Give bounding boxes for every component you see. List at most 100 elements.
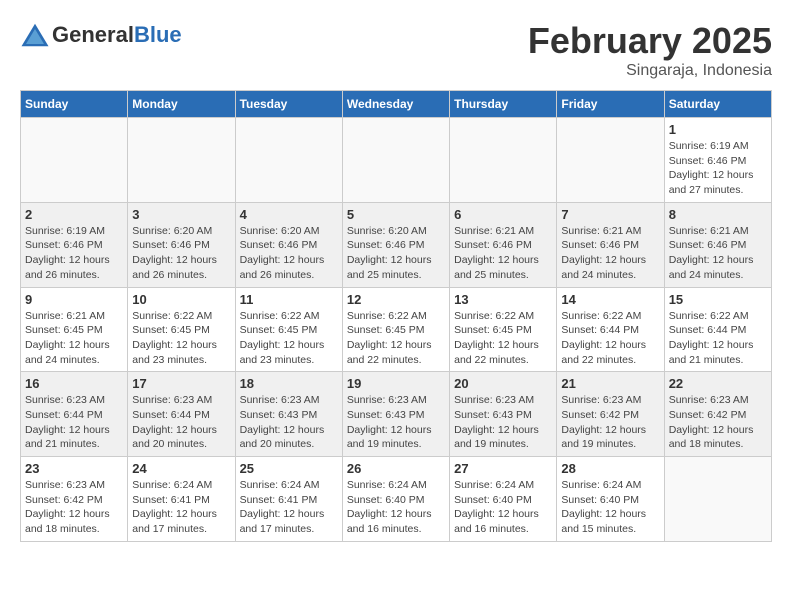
calendar-cell: 11 Sunrise: 6:22 AM Sunset: 6:45 PM Dayli…	[235, 287, 342, 372]
calendar-cell: 15Sunrise: 6:22 AM Sunset: 6:44 PM Dayli…	[664, 287, 771, 372]
day-number: 17	[132, 376, 230, 391]
day-number: 13	[454, 292, 552, 307]
weekday-header-saturday: Saturday	[664, 91, 771, 118]
calendar-cell: 12 Sunrise: 6:22 AM Sunset: 6:45 PM Dayli…	[342, 287, 449, 372]
day-number: 15	[669, 292, 767, 307]
day-detail: Sunrise: 6:22 AM Sunset: 6:45 PM Dayligh…	[454, 309, 552, 368]
day-number: 9	[25, 292, 123, 307]
day-detail: Sunrise: 6:23 AM Sunset: 6:43 PM Dayligh…	[240, 393, 338, 452]
day-number: 19	[347, 376, 445, 391]
calendar-cell: 19 Sunrise: 6:23 AM Sunset: 6:43 PM Dayli…	[342, 372, 449, 457]
day-detail: Sunrise: 6:19 AM Sunset: 6:46 PM Dayligh…	[25, 224, 123, 283]
calendar-body: 1 Sunrise: 6:19 AM Sunset: 6:46 PM Daylig…	[21, 118, 772, 542]
day-number: 20	[454, 376, 552, 391]
calendar-cell: 5Sunrise: 6:20 AM Sunset: 6:46 PM Daylig…	[342, 202, 449, 287]
weekday-header-sunday: Sunday	[21, 91, 128, 118]
calendar-cell: 26 Sunrise: 6:24 AM Sunset: 6:40 PM Dayli…	[342, 457, 449, 542]
calendar-cell: 24 Sunrise: 6:24 AM Sunset: 6:41 PM Dayli…	[128, 457, 235, 542]
calendar-cell	[557, 118, 664, 203]
day-detail: Sunrise: 6:24 AM Sunset: 6:40 PM Dayligh…	[561, 478, 659, 537]
day-number: 3	[132, 207, 230, 222]
day-detail: Sunrise: 6:23 AM Sunset: 6:42 PM Dayligh…	[25, 478, 123, 537]
calendar-cell: 9 Sunrise: 6:21 AM Sunset: 6:45 PM Daylig…	[21, 287, 128, 372]
page-header: GeneralBlue February 2025 Singaraja, Ind…	[20, 20, 772, 80]
day-number: 16	[25, 376, 123, 391]
weekday-header-thursday: Thursday	[450, 91, 557, 118]
day-detail: Sunrise: 6:21 AM Sunset: 6:46 PM Dayligh…	[561, 224, 659, 283]
logo-general: General	[52, 22, 134, 47]
day-detail: Sunrise: 6:23 AM Sunset: 6:42 PM Dayligh…	[669, 393, 767, 452]
calendar-week-4: 16 Sunrise: 6:23 AM Sunset: 6:44 PM Dayli…	[21, 372, 772, 457]
day-detail: Sunrise: 6:23 AM Sunset: 6:43 PM Dayligh…	[454, 393, 552, 452]
day-detail: Sunrise: 6:21 AM Sunset: 6:46 PM Dayligh…	[669, 224, 767, 283]
logo-icon	[20, 20, 50, 50]
day-number: 4	[240, 207, 338, 222]
calendar-week-5: 23 Sunrise: 6:23 AM Sunset: 6:42 PM Dayli…	[21, 457, 772, 542]
weekday-header-wednesday: Wednesday	[342, 91, 449, 118]
logo-blue: Blue	[134, 22, 182, 47]
day-number: 18	[240, 376, 338, 391]
calendar-cell: 20 Sunrise: 6:23 AM Sunset: 6:43 PM Dayli…	[450, 372, 557, 457]
month-title: February 2025	[528, 20, 772, 62]
calendar-cell	[342, 118, 449, 203]
day-detail: Sunrise: 6:23 AM Sunset: 6:44 PM Dayligh…	[132, 393, 230, 452]
calendar-cell	[235, 118, 342, 203]
weekday-header-tuesday: Tuesday	[235, 91, 342, 118]
calendar-cell: 18 Sunrise: 6:23 AM Sunset: 6:43 PM Dayli…	[235, 372, 342, 457]
day-detail: Sunrise: 6:24 AM Sunset: 6:40 PM Dayligh…	[347, 478, 445, 537]
calendar-cell: 3 Sunrise: 6:20 AM Sunset: 6:46 PM Daylig…	[128, 202, 235, 287]
calendar-cell	[450, 118, 557, 203]
day-number: 10	[132, 292, 230, 307]
day-number: 5	[347, 207, 445, 222]
day-number: 27	[454, 461, 552, 476]
day-number: 8	[669, 207, 767, 222]
day-detail: Sunrise: 6:24 AM Sunset: 6:41 PM Dayligh…	[240, 478, 338, 537]
calendar-cell	[664, 457, 771, 542]
day-number: 22	[669, 376, 767, 391]
day-number: 26	[347, 461, 445, 476]
day-detail: Sunrise: 6:21 AM Sunset: 6:46 PM Dayligh…	[454, 224, 552, 283]
calendar-cell	[128, 118, 235, 203]
calendar-cell: 4 Sunrise: 6:20 AM Sunset: 6:46 PM Daylig…	[235, 202, 342, 287]
calendar-cell	[21, 118, 128, 203]
calendar-cell: 14Sunrise: 6:22 AM Sunset: 6:44 PM Dayli…	[557, 287, 664, 372]
day-number: 6	[454, 207, 552, 222]
calendar-cell: 25Sunrise: 6:24 AM Sunset: 6:41 PM Dayli…	[235, 457, 342, 542]
calendar-cell: 21 Sunrise: 6:23 AM Sunset: 6:42 PM Dayli…	[557, 372, 664, 457]
day-number: 11	[240, 292, 338, 307]
day-detail: Sunrise: 6:20 AM Sunset: 6:46 PM Dayligh…	[132, 224, 230, 283]
calendar-cell: 1Sunrise: 6:19 AM Sunset: 6:46 PM Daylig…	[664, 118, 771, 203]
weekday-header-friday: Friday	[557, 91, 664, 118]
day-number: 14	[561, 292, 659, 307]
day-detail: Sunrise: 6:24 AM Sunset: 6:41 PM Dayligh…	[132, 478, 230, 537]
calendar-cell: 13 Sunrise: 6:22 AM Sunset: 6:45 PM Dayli…	[450, 287, 557, 372]
calendar-cell: 23 Sunrise: 6:23 AM Sunset: 6:42 PM Dayli…	[21, 457, 128, 542]
calendar-cell: 2 Sunrise: 6:19 AM Sunset: 6:46 PM Daylig…	[21, 202, 128, 287]
day-detail: Sunrise: 6:23 AM Sunset: 6:42 PM Dayligh…	[561, 393, 659, 452]
day-number: 24	[132, 461, 230, 476]
day-detail: Sunrise: 6:24 AM Sunset: 6:40 PM Dayligh…	[454, 478, 552, 537]
title-block: February 2025 Singaraja, Indonesia	[528, 20, 772, 80]
weekday-header-monday: Monday	[128, 91, 235, 118]
day-number: 1	[669, 122, 767, 137]
calendar-cell: 7Sunrise: 6:21 AM Sunset: 6:46 PM Daylig…	[557, 202, 664, 287]
calendar-cell: 28Sunrise: 6:24 AM Sunset: 6:40 PM Dayli…	[557, 457, 664, 542]
day-detail: Sunrise: 6:22 AM Sunset: 6:45 PM Dayligh…	[240, 309, 338, 368]
day-number: 23	[25, 461, 123, 476]
day-detail: Sunrise: 6:20 AM Sunset: 6:46 PM Dayligh…	[240, 224, 338, 283]
day-number: 2	[25, 207, 123, 222]
calendar-header-row: SundayMondayTuesdayWednesdayThursdayFrid…	[21, 91, 772, 118]
day-detail: Sunrise: 6:23 AM Sunset: 6:43 PM Dayligh…	[347, 393, 445, 452]
calendar-cell: 17 Sunrise: 6:23 AM Sunset: 6:44 PM Dayli…	[128, 372, 235, 457]
location-title: Singaraja, Indonesia	[528, 62, 772, 80]
calendar-cell: 6 Sunrise: 6:21 AM Sunset: 6:46 PM Daylig…	[450, 202, 557, 287]
day-detail: Sunrise: 6:22 AM Sunset: 6:45 PM Dayligh…	[347, 309, 445, 368]
day-number: 21	[561, 376, 659, 391]
day-detail: Sunrise: 6:22 AM Sunset: 6:45 PM Dayligh…	[132, 309, 230, 368]
calendar-cell: 10 Sunrise: 6:22 AM Sunset: 6:45 PM Dayli…	[128, 287, 235, 372]
day-detail: Sunrise: 6:21 AM Sunset: 6:45 PM Dayligh…	[25, 309, 123, 368]
logo: GeneralBlue	[20, 20, 182, 50]
day-number: 12	[347, 292, 445, 307]
calendar-cell: 16Sunrise: 6:23 AM Sunset: 6:44 PM Dayli…	[21, 372, 128, 457]
calendar-cell: 27 Sunrise: 6:24 AM Sunset: 6:40 PM Dayli…	[450, 457, 557, 542]
